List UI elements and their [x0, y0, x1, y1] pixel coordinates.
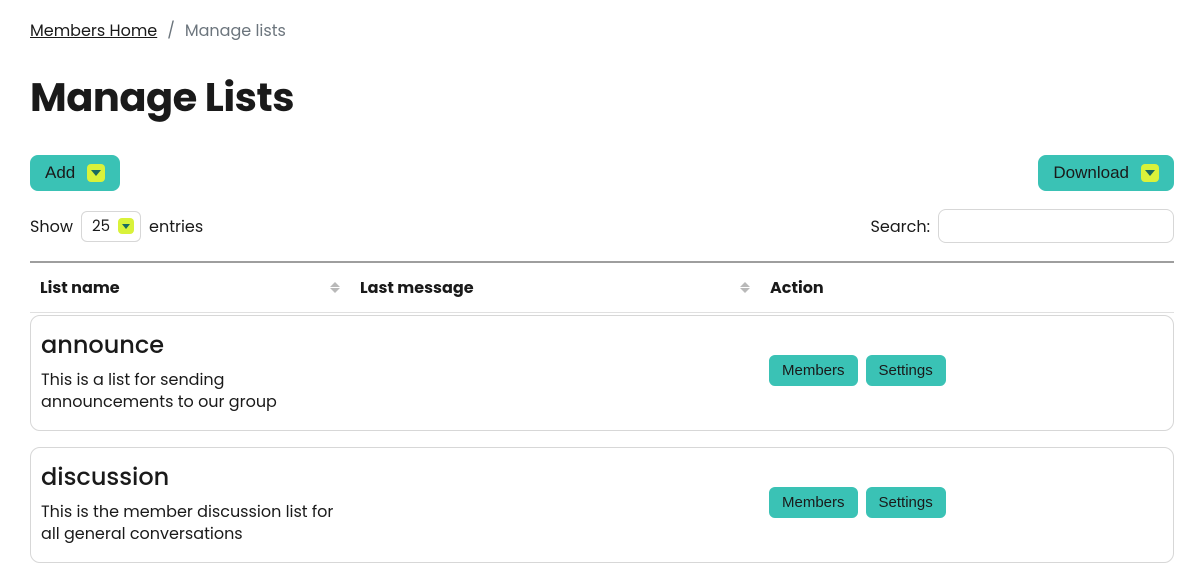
list-description: This is the member discussion list for a…	[41, 501, 341, 546]
cell-action: Members Settings	[769, 487, 1163, 518]
column-header-action-label: Action	[770, 275, 824, 300]
sort-icon	[330, 280, 340, 296]
breadcrumb-separator: /	[167, 18, 175, 43]
list-name[interactable]: announce	[41, 328, 341, 363]
table-row: discussion This is the member discussion…	[30, 447, 1174, 563]
add-button[interactable]: Add	[30, 155, 120, 191]
search-input[interactable]	[938, 209, 1174, 243]
add-button-label: Add	[45, 163, 75, 183]
table-header-row: List name Last message Action	[30, 263, 1174, 313]
members-button[interactable]: Members	[769, 355, 858, 386]
download-button[interactable]: Download	[1038, 155, 1174, 191]
caret-down-icon	[87, 164, 105, 182]
cell-action: Members Settings	[769, 355, 1163, 386]
entries-length-control: Show 25 entries	[30, 211, 203, 242]
search-control: Search:	[871, 209, 1174, 243]
column-header-action: Action	[770, 275, 1164, 300]
search-label: Search:	[871, 214, 930, 239]
column-header-name-label: List name	[40, 275, 120, 300]
column-header-name[interactable]: List name	[40, 275, 360, 300]
caret-down-icon	[1141, 164, 1159, 182]
toolbar: Add Download	[30, 155, 1174, 191]
download-button-label: Download	[1053, 163, 1129, 183]
lists-table: List name Last message Action announce T…	[30, 261, 1174, 563]
members-button[interactable]: Members	[769, 487, 858, 518]
cell-name: announce This is a list for sending anno…	[41, 328, 361, 414]
column-header-last-message[interactable]: Last message	[360, 275, 770, 300]
entries-label: entries	[149, 214, 203, 239]
entries-select[interactable]: 25	[81, 211, 141, 242]
sort-icon	[740, 280, 750, 296]
settings-button[interactable]: Settings	[866, 355, 946, 386]
caret-down-icon	[118, 218, 134, 234]
breadcrumb-home-link[interactable]: Members Home	[30, 18, 157, 43]
column-header-last-message-label: Last message	[360, 275, 474, 300]
entries-select-value: 25	[92, 215, 110, 238]
breadcrumb-current: Manage lists	[185, 18, 286, 43]
breadcrumb: Members Home / Manage lists	[30, 18, 1174, 43]
list-description: This is a list for sending announcements…	[41, 369, 341, 414]
page-title: Manage Lists	[30, 67, 1174, 127]
show-label: Show	[30, 214, 73, 239]
table-controls: Show 25 entries Search:	[30, 209, 1174, 243]
cell-name: discussion This is the member discussion…	[41, 460, 361, 546]
list-name[interactable]: discussion	[41, 460, 341, 495]
settings-button[interactable]: Settings	[866, 487, 946, 518]
table-row: announce This is a list for sending anno…	[30, 315, 1174, 431]
